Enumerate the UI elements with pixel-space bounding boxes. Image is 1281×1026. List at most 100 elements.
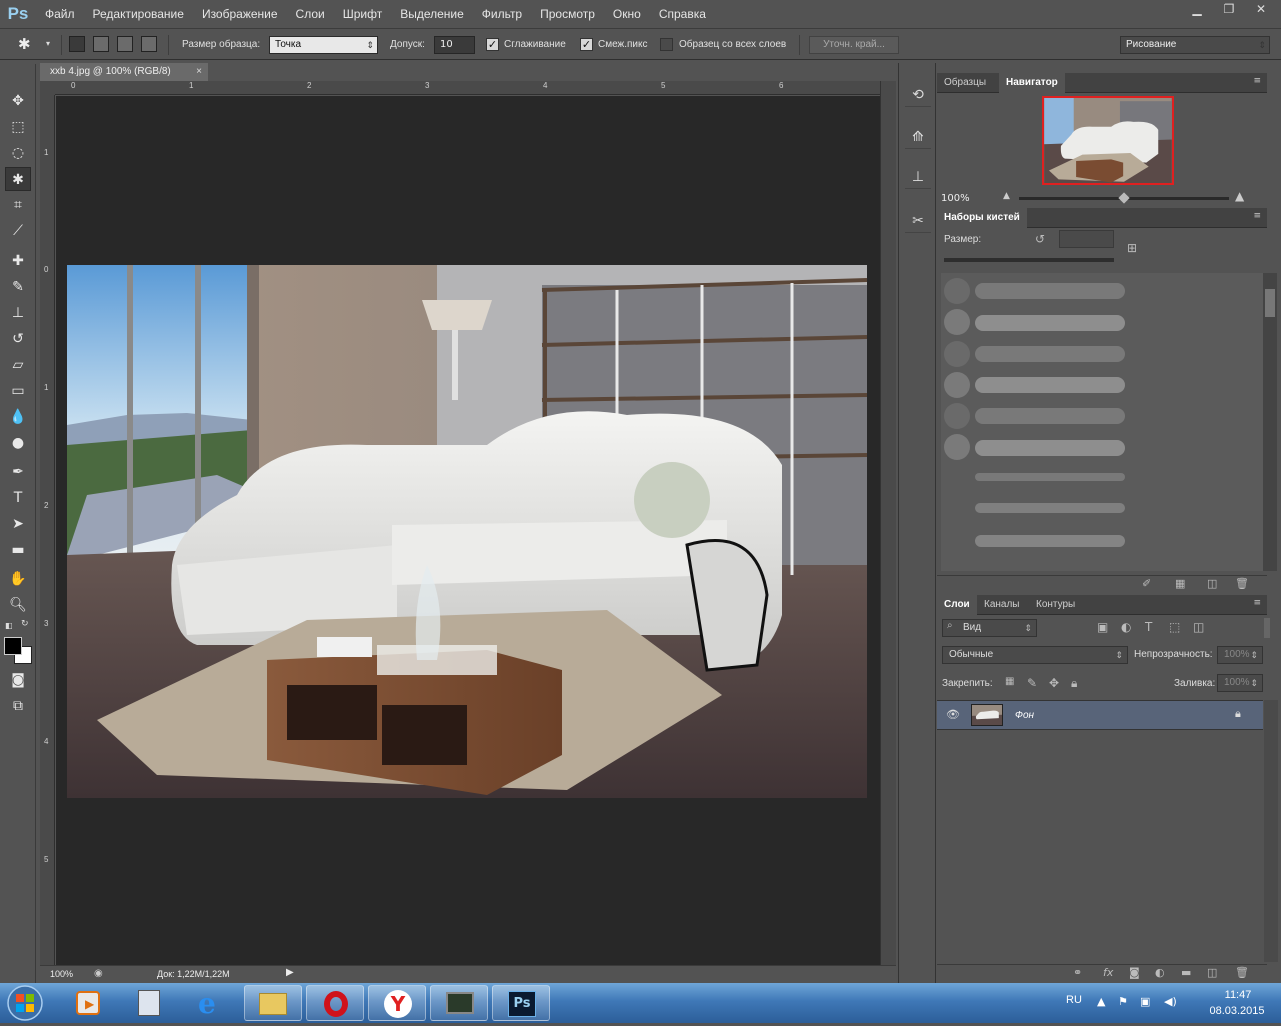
tab-swatches[interactable]: Образцы — [937, 73, 993, 93]
brush-tip-icon[interactable] — [944, 309, 970, 335]
type-tool-icon[interactable]: T — [5, 486, 31, 510]
brush-tip-icon[interactable] — [944, 278, 970, 304]
visibility-eye-icon[interactable]: 👁︎ — [946, 708, 960, 721]
filter-toggle[interactable] — [1264, 618, 1270, 638]
yandex-browser-taskbar-icon[interactable]: Y — [368, 985, 426, 1021]
calculator-taskbar-icon[interactable] — [120, 985, 178, 1021]
workspace-select[interactable]: Рисование — [1120, 36, 1270, 54]
all-layers-checkbox[interactable] — [660, 38, 673, 51]
document-image[interactable] — [67, 265, 867, 798]
clock-time[interactable]: 11:47 — [1208, 989, 1268, 1001]
show-hidden-icons-icon[interactable]: ▲ — [1097, 995, 1105, 1008]
menu-window[interactable]: Окно — [604, 0, 650, 28]
menu-file[interactable]: Файл — [36, 0, 84, 28]
healing-brush-tool-icon[interactable]: ✚ — [5, 249, 31, 273]
clock-date[interactable]: 08.03.2015 — [1206, 1005, 1268, 1017]
contiguous-checkbox[interactable]: ✓ — [580, 38, 593, 51]
marquee-tool-icon[interactable]: ⬚ — [5, 115, 31, 139]
lock-position-icon[interactable]: ✥ — [1049, 676, 1059, 690]
refine-edge-button[interactable]: Уточн. край... — [809, 36, 899, 54]
opera-taskbar-icon[interactable] — [306, 985, 364, 1021]
zoom-out-icon[interactable]: ▲ — [1003, 191, 1010, 201]
internet-explorer-taskbar-icon[interactable]: e — [182, 985, 240, 1021]
tab-brush-presets[interactable]: Наборы кистей — [937, 208, 1027, 228]
lock-image-icon[interactable]: ✎ — [1027, 676, 1037, 690]
add-selection-icon[interactable] — [93, 36, 109, 52]
lock-transparent-icon[interactable]: ▦ — [1005, 676, 1014, 687]
rectangle-tool-icon[interactable]: ▬ — [5, 538, 31, 562]
navigator-zoom-slider-thumb[interactable] — [1118, 192, 1130, 204]
filter-type-icon[interactable]: T — [1145, 620, 1152, 634]
brush-tip-icon[interactable] — [944, 403, 970, 429]
panel-menu-icon[interactable]: ≡ — [1253, 598, 1261, 608]
history-brush-tool-icon[interactable]: ↺ — [5, 327, 31, 351]
menu-help[interactable]: Справка — [650, 0, 715, 28]
brush-tip-icon[interactable] — [944, 434, 970, 460]
layer-style-icon[interactable]: fx — [1103, 966, 1113, 979]
lock-all-icon[interactable]: 🔒︎ — [1071, 676, 1077, 691]
close-button[interactable]: ✕ — [1247, 2, 1275, 18]
layer-name[interactable]: Фон — [1015, 710, 1034, 721]
tab-channels[interactable]: Каналы — [977, 595, 1027, 615]
explorer-taskbar-icon[interactable] — [244, 985, 302, 1021]
dodge-tool-icon[interactable]: ● — [5, 431, 31, 455]
opacity-input[interactable]: 100% — [1217, 646, 1263, 664]
delete-layer-icon[interactable]: 🗑︎ — [1235, 966, 1249, 979]
brush-panel-icon[interactable]: ✂ — [905, 209, 931, 233]
layer-lock-icon[interactable]: 🔒︎ — [1235, 707, 1241, 721]
layer-row[interactable]: 👁︎ Фон 🔒︎ — [937, 700, 1263, 730]
canvas-vertical-scrollbar[interactable] — [880, 81, 896, 965]
panel-menu-icon[interactable]: ≡ — [1253, 76, 1261, 86]
sample-size-select[interactable]: Точка — [269, 36, 378, 54]
tab-paths[interactable]: Контуры — [1029, 595, 1082, 615]
delete-preset-icon[interactable]: 🗑︎ — [1235, 577, 1249, 590]
language-indicator[interactable]: RU — [1066, 994, 1082, 1006]
photoshop-taskbar-icon[interactable]: Ps — [492, 985, 550, 1021]
new-group-icon[interactable]: ▬ — [1181, 966, 1191, 979]
navigator-thumbnail[interactable] — [1042, 96, 1174, 185]
tab-layers[interactable]: Слои — [937, 595, 977, 615]
clone-stamp-tool-icon[interactable]: ⊥ — [5, 301, 31, 325]
new-preset-icon[interactable]: ◫ — [1207, 577, 1217, 590]
scrollbar-thumb[interactable] — [1265, 289, 1275, 317]
volume-icon[interactable]: ◀) — [1164, 995, 1177, 1008]
brush-settings-icon[interactable]: ✐ — [1142, 577, 1151, 590]
layers-scrollbar[interactable] — [1264, 700, 1278, 962]
action-center-flag-icon[interactable]: ⚑ — [1118, 995, 1128, 1008]
layer-filter-select[interactable]: Вид — [942, 619, 1037, 637]
reset-size-icon[interactable]: ↺ — [1035, 232, 1045, 246]
filter-smart-object-icon[interactable]: ◫ — [1193, 620, 1204, 634]
link-layers-icon[interactable]: ⚭ — [1073, 966, 1082, 979]
minimize-button[interactable]: ▁ — [1183, 2, 1211, 18]
hand-tool-icon[interactable]: ✋ — [5, 567, 31, 591]
magic-wand-tool-icon[interactable]: ✱ — [5, 167, 31, 191]
restore-button[interactable]: ❐ — [1215, 2, 1243, 18]
history-panel-icon[interactable]: ⟲ — [905, 83, 931, 107]
zoom-tool-icon[interactable]: 🔍︎ — [5, 593, 31, 617]
document-tab-close-icon[interactable]: × — [196, 63, 202, 81]
tolerance-input[interactable]: 10 — [434, 36, 475, 54]
screen-mode-icon[interactable]: ⧉ — [5, 694, 31, 718]
menu-type[interactable]: Шрифт — [334, 0, 391, 28]
brush-grid-icon[interactable]: ▦ — [1175, 577, 1185, 590]
filter-adjustment-icon[interactable]: ◐ — [1121, 620, 1131, 634]
menu-edit[interactable]: Редактирование — [84, 0, 193, 28]
blend-mode-select[interactable]: Обычные — [942, 646, 1128, 664]
menu-filter[interactable]: Фильтр — [473, 0, 531, 28]
brush-size-input[interactable] — [1059, 230, 1114, 248]
menu-view[interactable]: Просмотр — [531, 0, 604, 28]
brush-tool-icon[interactable]: ✎ — [5, 275, 31, 299]
move-tool-icon[interactable]: ✥ — [5, 89, 31, 113]
fill-input[interactable]: 100% — [1217, 674, 1263, 692]
tool-presets-panel-icon[interactable]: ⟰ — [905, 125, 931, 149]
task-manager-taskbar-icon[interactable] — [430, 985, 488, 1021]
gradient-tool-icon[interactable]: ▭ — [5, 379, 31, 403]
lasso-tool-icon[interactable]: ◌ — [5, 141, 31, 165]
pen-tool-icon[interactable]: ✒ — [5, 460, 31, 484]
media-player-taskbar-icon[interactable]: ▶ — [58, 985, 116, 1021]
default-colors-icon[interactable]: ◧ — [5, 621, 13, 630]
status-zoom[interactable]: 100% — [50, 969, 73, 979]
eraser-tool-icon[interactable]: ▱ — [5, 353, 31, 377]
brush-preset-list[interactable] — [941, 273, 1263, 571]
quick-mask-icon[interactable]: ◙ — [5, 668, 31, 692]
